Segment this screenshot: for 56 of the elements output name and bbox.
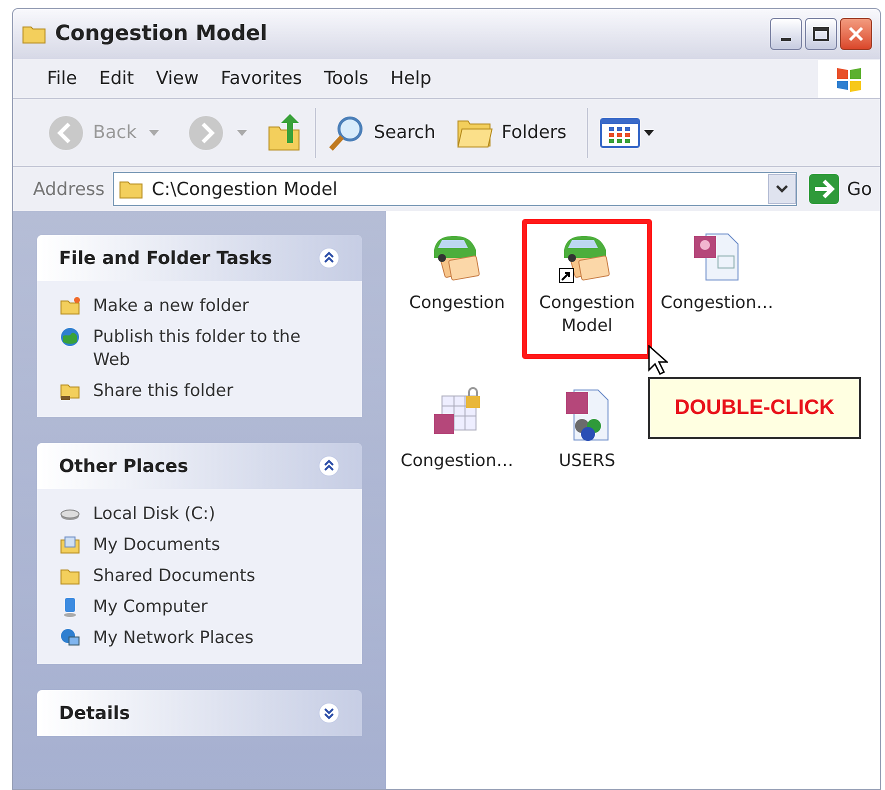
panel-title: Other Places (59, 454, 188, 478)
maximize-icon (813, 27, 829, 41)
search-button[interactable]: Search (328, 114, 436, 152)
menu-item[interactable]: View (156, 65, 199, 92)
task-link[interactable]: Share this folder (93, 380, 234, 403)
file-name: Congestion (409, 292, 505, 315)
explorer-entry[interactable]: Congestion… (392, 377, 522, 517)
mouse-pointer-icon (648, 345, 668, 375)
task-link[interactable]: Publish this folder to the Web (93, 326, 303, 372)
explorer-entry[interactable]: Congestion (392, 219, 522, 359)
menu-item[interactable]: Edit (99, 65, 134, 92)
caret-icon (776, 185, 788, 193)
close-icon (848, 26, 864, 42)
address-value: C:\Congestion Model (152, 178, 338, 202)
panel-title: File and Folder Tasks (59, 246, 272, 270)
menu-item[interactable]: Favorites (220, 65, 302, 92)
task-link[interactable]: My Computer (93, 596, 208, 619)
file-name: Congestion… (400, 450, 514, 473)
task-link[interactable]: Local Disk (C:) (93, 503, 216, 526)
go-button[interactable]: Go (809, 174, 872, 204)
panel-header[interactable]: File and Folder Tasks (37, 235, 362, 281)
collapse-icon[interactable] (318, 247, 340, 269)
documents-folder-icon (59, 534, 81, 556)
minimize-icon (781, 38, 791, 41)
menu-item[interactable]: File (47, 65, 78, 92)
task-link[interactable]: Make a new folder (93, 295, 249, 318)
panel-title: Details (59, 702, 130, 726)
new-folder-icon (59, 295, 81, 317)
caret-icon (644, 130, 654, 136)
dropdown-button[interactable] (768, 174, 796, 204)
close-button[interactable] (840, 18, 872, 50)
maximize-button[interactable] (805, 18, 837, 50)
folders-button[interactable]: Folders (456, 116, 567, 148)
menu-item[interactable]: Tools (324, 65, 368, 92)
views-button[interactable] (600, 118, 654, 148)
file-name: USERS (558, 450, 616, 473)
grid-view-icon (600, 118, 640, 148)
explorer-entry[interactable]: Congestion… (652, 219, 782, 359)
collapse-icon[interactable] (318, 455, 340, 477)
address-label: Address (33, 178, 105, 202)
expand-icon[interactable] (318, 702, 340, 724)
task-link[interactable]: Shared Documents (93, 565, 256, 588)
panel-header[interactable]: Other Places (37, 443, 362, 489)
address-field[interactable]: C:\Congestion Model (112, 172, 798, 206)
callout-text: DOUBLE-CLICK (674, 395, 834, 422)
explorer-entry[interactable]: USERS (522, 377, 652, 517)
file-name: Congestion Model (538, 292, 636, 338)
window-title: Congestion Model (55, 20, 268, 48)
task-link[interactable]: My Documents (93, 534, 220, 557)
globe-icon (59, 326, 81, 348)
task-link[interactable]: My Network Places (93, 627, 254, 650)
explorer-entry[interactable]: Congestion Model (522, 219, 652, 359)
menu-item[interactable]: Help (390, 65, 432, 92)
minimize-button[interactable] (770, 18, 802, 50)
file-name: Congestion… (660, 292, 774, 315)
panel-header[interactable]: Details (37, 690, 362, 736)
